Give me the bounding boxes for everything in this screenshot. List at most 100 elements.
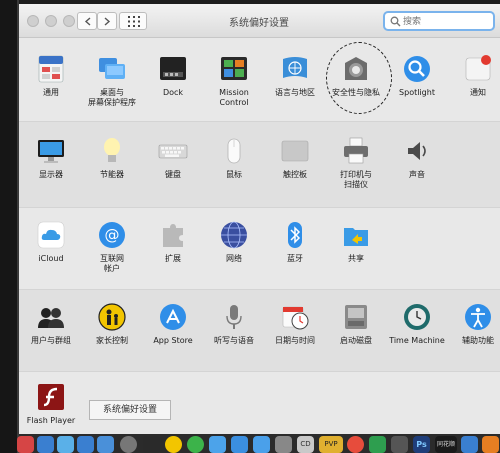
- close-button[interactable]: [27, 15, 39, 27]
- security-highlight-circle: [326, 42, 392, 114]
- internet-accounts-icon: @: [99, 222, 125, 248]
- pref-notifications[interactable]: 通知: [446, 54, 500, 98]
- pref-app-store-label: App Store: [153, 336, 193, 345]
- pref-desktop-screensaver[interactable]: 桌面与 屏幕保护程序: [80, 54, 144, 108]
- pref-energy-saver-label: 节能器: [100, 170, 124, 179]
- dictation-speech-icon: [226, 305, 242, 329]
- dock-icon: [160, 57, 186, 80]
- pref-internet-accounts-label: 互联网 帐户: [100, 254, 124, 273]
- pref-dock[interactable]: Dock: [141, 54, 205, 98]
- pref-flash-player-label: Flash Player: [26, 416, 76, 425]
- wechat-icon[interactable]: [187, 436, 204, 453]
- pref-parental-controls[interactable]: 家长控制: [80, 302, 144, 346]
- pref-trackpad[interactable]: 触控板: [263, 136, 327, 180]
- system-preferences-window: 系统偏好设置 通用 桌面与 屏幕保护程序 Dock: [19, 4, 500, 434]
- pref-printers-scanners[interactable]: 打印机与 扫描仪: [324, 136, 388, 190]
- pref-internet-accounts[interactable]: @ 互联网 帐户: [80, 220, 144, 274]
- pref-network-label: 网络: [226, 254, 242, 263]
- displays-icon: [38, 140, 64, 163]
- pref-flash-player[interactable]: Flash Player: [19, 382, 83, 426]
- dock-app-icon[interactable]: [482, 436, 499, 453]
- time-machine-icon: [404, 304, 430, 330]
- pref-date-time[interactable]: 日期与时间: [263, 302, 327, 346]
- flash-player-icon: [38, 384, 64, 410]
- dock-app-icon[interactable]: [17, 436, 34, 453]
- dock-app-icon[interactable]: [77, 436, 94, 453]
- qq-icon[interactable]: [165, 436, 182, 453]
- dock-app-icon[interactable]: [209, 436, 226, 453]
- cd-icon[interactable]: CD: [297, 436, 314, 453]
- pref-bluetooth[interactable]: 蓝牙: [263, 220, 327, 264]
- pref-general[interactable]: 通用: [19, 54, 83, 98]
- spotlight-icon: [404, 56, 430, 82]
- minimize-button[interactable]: [45, 15, 57, 27]
- dock-app-icon[interactable]: [461, 436, 478, 453]
- grid-icon: [128, 16, 140, 27]
- bluetooth-icon: [288, 222, 302, 248]
- app-store-icon: [160, 304, 186, 330]
- pref-keyboard-label: 键盘: [165, 170, 181, 179]
- show-all-button[interactable]: [119, 12, 147, 30]
- pref-startup-disk[interactable]: 启动磁盘: [324, 302, 388, 346]
- search-field[interactable]: [383, 11, 495, 31]
- pref-time-machine[interactable]: Time Machine: [385, 302, 449, 346]
- pref-energy-saver[interactable]: 节能器: [80, 136, 144, 180]
- sound-icon: [408, 142, 426, 160]
- sharing-icon: [344, 228, 368, 246]
- search-input[interactable]: [403, 14, 491, 29]
- pref-parental-controls-label: 家长控制: [96, 336, 128, 345]
- extensions-icon: [163, 224, 183, 247]
- mouse-icon: [227, 138, 241, 164]
- keyboard-icon: [158, 144, 188, 159]
- pref-sound[interactable]: 声音: [385, 136, 449, 180]
- dock-app-icon[interactable]: [369, 436, 386, 453]
- chrome-icon[interactable]: [347, 436, 364, 453]
- pref-extensions[interactable]: 扩展: [141, 220, 205, 264]
- pref-notifications-label: 通知: [470, 88, 486, 97]
- pref-app-store[interactable]: App Store: [141, 302, 205, 346]
- startup-disk-icon: [345, 305, 367, 329]
- pref-language-region[interactable]: 语言与地区: [263, 54, 327, 98]
- desktop-screensaver-icon: [99, 58, 125, 79]
- dock-app-icon[interactable]: [231, 436, 248, 453]
- accessibility-icon: [465, 304, 491, 330]
- pvp-icon[interactable]: PVP: [319, 436, 343, 453]
- pref-displays[interactable]: 显示器: [19, 136, 83, 180]
- pref-accessibility-label: 辅助功能: [462, 336, 494, 345]
- tonghuashun-icon[interactable]: 同花顺: [435, 436, 457, 453]
- dock-app-icon[interactable]: [97, 436, 114, 453]
- dock-app-icon[interactable]: [37, 436, 54, 453]
- pref-accessibility[interactable]: 辅助功能: [446, 302, 500, 346]
- pref-sharing[interactable]: 共享: [324, 220, 388, 264]
- dock-app-icon[interactable]: [57, 436, 74, 453]
- dock-app-icon[interactable]: [275, 436, 292, 453]
- pref-time-machine-label: Time Machine: [389, 336, 445, 345]
- pref-startup-disk-label: 启动磁盘: [340, 336, 372, 345]
- trackpad-icon: [281, 140, 309, 162]
- dock-app-icon[interactable]: [253, 436, 270, 453]
- pref-displays-label: 显示器: [39, 170, 63, 179]
- general-icon: [38, 55, 64, 83]
- pref-mouse-label: 鼠标: [226, 170, 242, 179]
- system-preferences-dock-icon[interactable]: [120, 436, 137, 453]
- back-button[interactable]: [77, 12, 97, 30]
- pref-sound-label: 声音: [409, 170, 425, 179]
- pref-users-groups[interactable]: 用户与群组: [19, 302, 83, 346]
- photoshop-icon[interactable]: Ps: [413, 436, 430, 453]
- pref-general-label: 通用: [43, 88, 59, 97]
- dock-tooltip: 系统偏好设置: [89, 400, 171, 420]
- dock-app-icon[interactable]: [143, 436, 160, 453]
- pref-spotlight[interactable]: Spotlight: [385, 54, 449, 98]
- zoom-button[interactable]: [63, 15, 75, 27]
- pref-keyboard[interactable]: 键盘: [141, 136, 205, 180]
- dock-app-icon[interactable]: [391, 436, 408, 453]
- pref-dictation-speech[interactable]: 听写与语音: [202, 302, 266, 346]
- dock: CD PVP Ps 同花顺: [17, 434, 500, 453]
- pref-mission-control[interactable]: Mission Control: [202, 54, 266, 108]
- pref-icloud[interactable]: iCloud: [19, 220, 83, 264]
- network-icon: [221, 221, 247, 249]
- pref-mouse[interactable]: 鼠标: [202, 136, 266, 180]
- svg-text:@: @: [105, 226, 120, 244]
- pref-network[interactable]: 网络: [202, 220, 266, 264]
- forward-button[interactable]: [97, 12, 117, 30]
